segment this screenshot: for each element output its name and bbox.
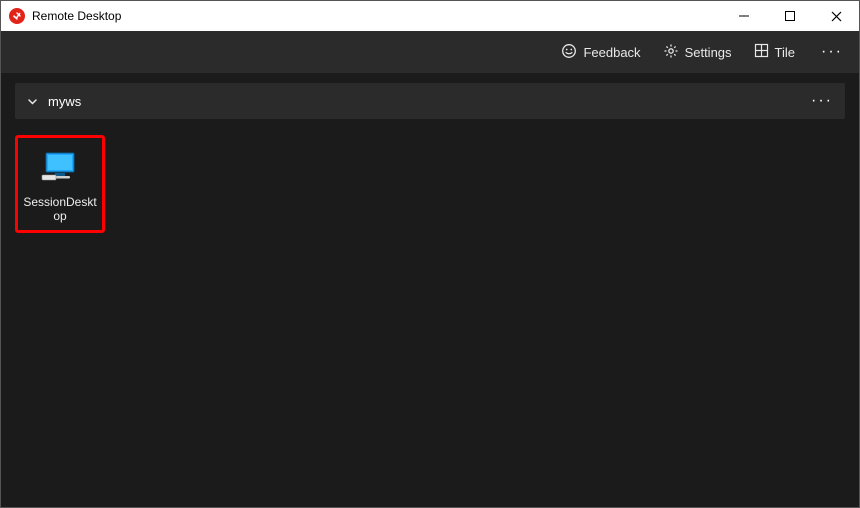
toolbar-more-button[interactable]: ···	[817, 43, 847, 61]
titlebar: Remote Desktop	[1, 1, 859, 31]
client-area: Feedback	[1, 31, 859, 507]
tile-view-button[interactable]: Tile	[754, 43, 795, 61]
tile-label: SessionDesktop	[18, 196, 102, 224]
tiles-area: SessionDesktop	[15, 135, 845, 233]
app-window: Remote Desktop	[0, 0, 860, 508]
group-more-button[interactable]: ···	[811, 92, 833, 110]
window-title: Remote Desktop	[32, 9, 121, 23]
chevron-down-icon	[27, 96, 38, 107]
grid-icon	[754, 43, 769, 61]
gear-icon	[663, 43, 679, 62]
smiley-icon	[561, 43, 577, 62]
settings-button[interactable]: Settings	[663, 43, 732, 62]
monitor-icon	[40, 149, 80, 188]
feedback-label: Feedback	[583, 45, 640, 60]
feedback-button[interactable]: Feedback	[561, 43, 640, 62]
window-controls	[721, 1, 859, 31]
workspace-group-name: myws	[48, 94, 81, 109]
app-icon	[9, 8, 25, 24]
session-desktop-tile[interactable]: SessionDesktop	[15, 135, 105, 233]
content-area: myws ··· SessionDesktop	[1, 73, 859, 507]
minimize-button[interactable]	[721, 1, 767, 31]
maximize-button[interactable]	[767, 1, 813, 31]
tile-label: Tile	[775, 45, 795, 60]
settings-label: Settings	[685, 45, 732, 60]
workspace-group-header[interactable]: myws ···	[15, 83, 845, 119]
toolbar: Feedback	[1, 31, 859, 73]
close-button[interactable]	[813, 1, 859, 31]
